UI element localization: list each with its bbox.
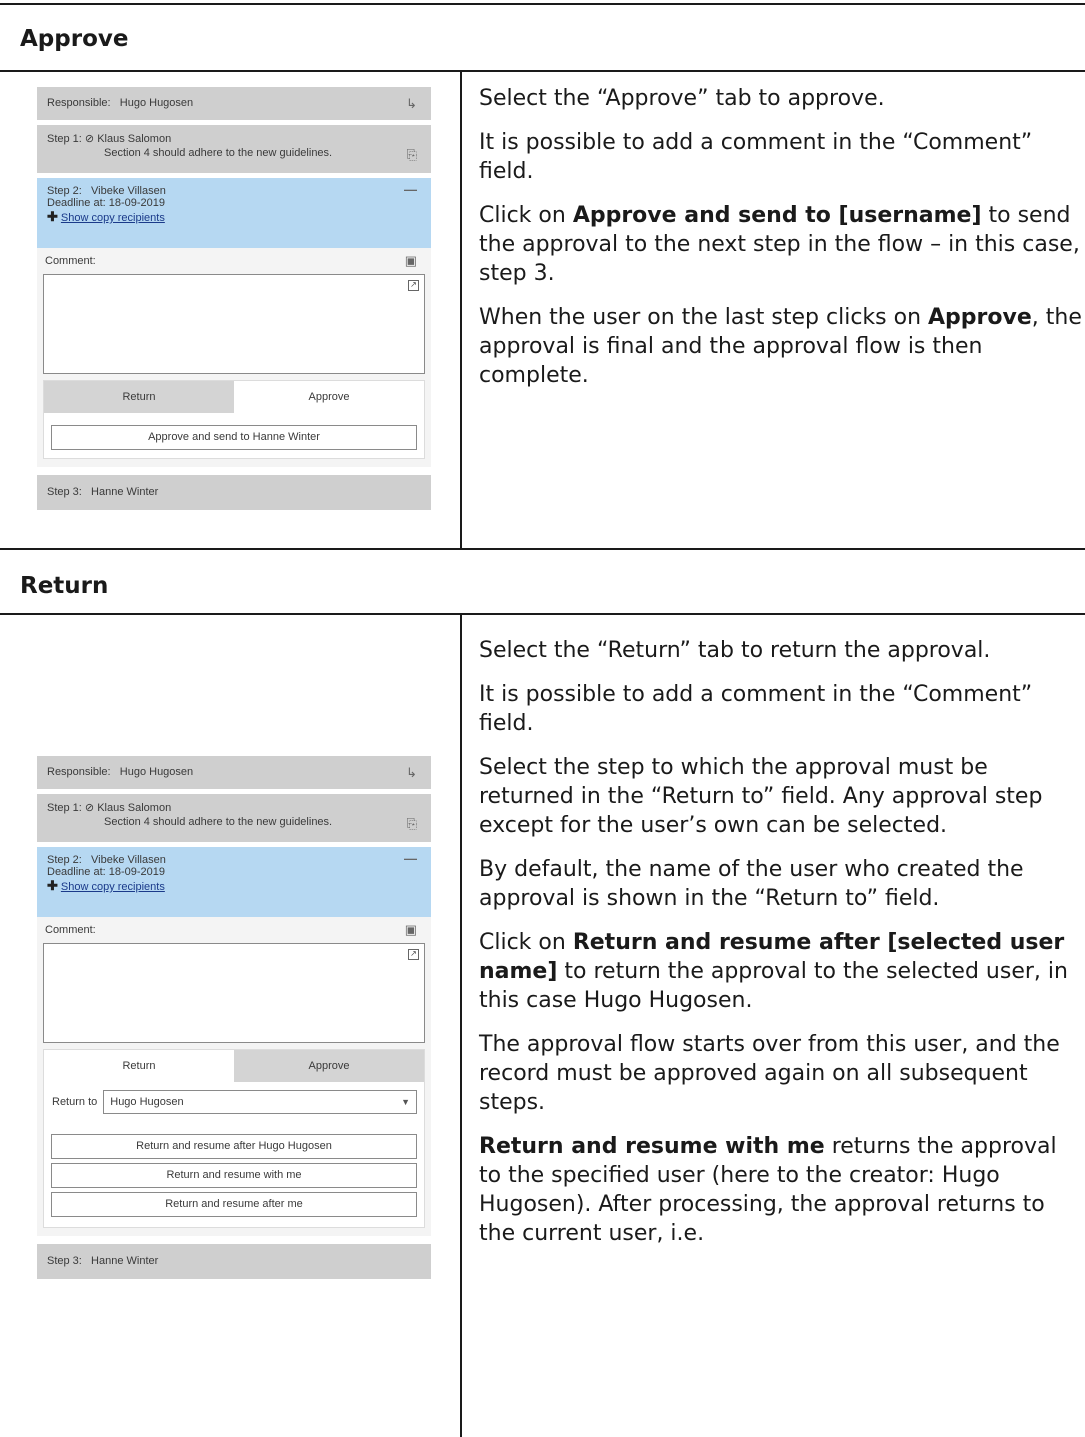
step2-label: Step 2:	[47, 854, 82, 866]
step1-name: Klaus Salomon	[97, 802, 172, 814]
approve-desc-p4: When the user on the last step clicks on…	[479, 305, 1082, 388]
tab-return[interactable]: Return	[44, 381, 234, 413]
return-description: Select the “Return” tab to return the ap…	[479, 636, 1083, 1263]
return-to-row: Return to Hugo Hugosen ▼	[44, 1082, 424, 1120]
return-approval-panel: Responsible: Hugo Hugosen ↳ Step 1: ⊘ Kl…	[37, 756, 431, 1279]
clipboard-icon[interactable]: ⎘	[407, 147, 417, 163]
action-tabs: Return Approve	[44, 1050, 424, 1082]
step1-bar[interactable]: Step 1: ⊘ Klaus Salomon Section 4 should…	[37, 125, 431, 173]
step3-label: Step 3:	[47, 486, 82, 498]
check-circle-icon: ⊘	[84, 133, 95, 145]
expand-icon[interactable]: ↗	[408, 280, 419, 291]
clipboard-icon[interactable]: ⎘	[407, 816, 417, 832]
approve-desc-p3: Click on Approve and send to [username] …	[479, 203, 1080, 286]
tab-return[interactable]: Return	[44, 1050, 234, 1082]
return-desc-p6: The approval flow starts over from this …	[479, 1032, 1060, 1115]
responsible-label: Responsible:	[47, 97, 111, 109]
step2-name: Vibeke Villasen	[91, 185, 166, 197]
return-to-value: Hugo Hugosen	[110, 1096, 184, 1108]
approve-column-divider	[460, 71, 462, 549]
save-icon[interactable]: ▣	[405, 917, 417, 943]
approve-approval-panel: Responsible: Hugo Hugosen ↳ Step 1: ⊘ Kl…	[37, 87, 431, 510]
collapse-icon[interactable]: —	[404, 182, 417, 197]
reassign-icon[interactable]: ↳	[406, 87, 417, 120]
return-tab-content: Return to Hugo Hugosen ▼ Return and resu…	[44, 1082, 424, 1227]
return-header-rule	[0, 613, 1085, 615]
responsible-name: Hugo Hugosen	[119, 766, 194, 778]
step2-name: Vibeke Villasen	[91, 854, 166, 866]
top-rule	[0, 3, 1085, 5]
action-area: Return Approve Return to Hugo Hugosen ▼ …	[43, 1049, 425, 1228]
return-desc-p7: Return and resume with me returns the ap…	[479, 1134, 1057, 1246]
responsible-name: Hugo Hugosen	[119, 97, 194, 109]
step3-bar[interactable]: Step 3: Hanne Winter	[37, 475, 431, 510]
step3-bar[interactable]: Step 3: Hanne Winter	[37, 1244, 431, 1279]
responsible-label: Responsible:	[47, 766, 111, 778]
step1-label: Step 1:	[47, 133, 82, 145]
collapse-icon[interactable]: —	[404, 851, 417, 866]
tab-approve[interactable]: Approve	[234, 381, 424, 413]
action-area: Return Approve Approve and send to Hanne…	[43, 380, 425, 459]
action-tabs: Return Approve	[44, 381, 424, 413]
approve-tab-content: Approve and send to Hanne Winter	[44, 413, 424, 458]
step2-body: Comment: ▣ ↗ Return Approve Approve and …	[37, 248, 431, 467]
comment-label: Comment:	[45, 924, 96, 936]
approve-and-send-button[interactable]: Approve and send to Hanne Winter	[51, 425, 417, 450]
dropdown-arrow-icon[interactable]: ▼	[401, 1091, 410, 1113]
return-to-select[interactable]: Hugo Hugosen ▼	[103, 1090, 417, 1114]
responsible-bar: Responsible: Hugo Hugosen ↳	[37, 87, 431, 120]
return-resume-with-me-button[interactable]: Return and resume with me	[51, 1163, 417, 1188]
approve-desc-p1: Select the “Approve” tab to approve.	[479, 86, 885, 111]
return-resume-after-me-button[interactable]: Return and resume after me	[51, 1192, 417, 1217]
return-resume-after-user-button[interactable]: Return and resume after Hugo Hugosen	[51, 1134, 417, 1159]
return-section-title: Return	[20, 573, 109, 599]
step2-bar[interactable]: Step 2: Vibeke Villasen — Deadline at: 1…	[37, 178, 431, 248]
return-to-label: Return to	[52, 1096, 98, 1108]
step1-comment: Section 4 should adhere to the new guide…	[104, 147, 333, 159]
check-circle-icon: ⊘	[84, 802, 95, 814]
comment-row: Comment: ▣	[37, 248, 431, 274]
step3-name: Hanne Winter	[91, 486, 159, 498]
step1-comment: Section 4 should adhere to the new guide…	[104, 816, 333, 828]
step1-name: Klaus Salomon	[97, 133, 172, 145]
expand-icon[interactable]: ↗	[408, 949, 419, 960]
tab-approve[interactable]: Approve	[234, 1050, 424, 1082]
deadline-text: Deadline at: 18-09-2019	[47, 197, 166, 209]
return-desc-p3: Select the step to which the approval mu…	[479, 755, 1043, 838]
show-copy-recipients-link[interactable]: Show copy recipients	[61, 881, 165, 893]
responsible-bar: Responsible: Hugo Hugosen ↳	[37, 756, 431, 789]
step1-bar[interactable]: Step 1: ⊘ Klaus Salomon Section 4 should…	[37, 794, 431, 842]
save-icon[interactable]: ▣	[405, 248, 417, 274]
step2-bar[interactable]: Step 2: Vibeke Villasen — Deadline at: 1…	[37, 847, 431, 917]
return-desc-p4: By default, the name of the user who cre…	[479, 857, 1024, 911]
show-copy-recipients-link[interactable]: Show copy recipients	[61, 212, 165, 224]
deadline-text: Deadline at: 18-09-2019	[47, 866, 166, 878]
comment-label: Comment:	[45, 255, 96, 267]
step3-label: Step 3:	[47, 1255, 82, 1267]
step2-label: Step 2:	[47, 185, 82, 197]
comment-textarea[interactable]: ↗	[43, 943, 425, 1043]
plus-icon: ✚	[47, 209, 58, 224]
reassign-icon[interactable]: ↳	[406, 756, 417, 789]
return-top-rule	[0, 548, 1085, 550]
plus-icon: ✚	[47, 878, 58, 893]
return-column-divider	[460, 614, 462, 1437]
return-desc-p1: Select the “Return” tab to return the ap…	[479, 638, 991, 663]
approve-header-rule	[0, 70, 1085, 72]
approve-section-title: Approve	[20, 26, 129, 52]
return-desc-p5: Click on Return and resume after [select…	[479, 930, 1068, 1013]
comment-textarea[interactable]: ↗	[43, 274, 425, 374]
step1-label: Step 1:	[47, 802, 82, 814]
step3-name: Hanne Winter	[91, 1255, 159, 1267]
comment-row: Comment: ▣	[37, 917, 431, 943]
step2-body: Comment: ▣ ↗ Return Approve Return to Hu…	[37, 917, 431, 1236]
approve-description: Select the “Approve” tab to approve. It …	[479, 84, 1083, 405]
approve-desc-p2: It is possible to add a comment in the “…	[479, 130, 1033, 184]
return-desc-p2: It is possible to add a comment in the “…	[479, 682, 1033, 736]
